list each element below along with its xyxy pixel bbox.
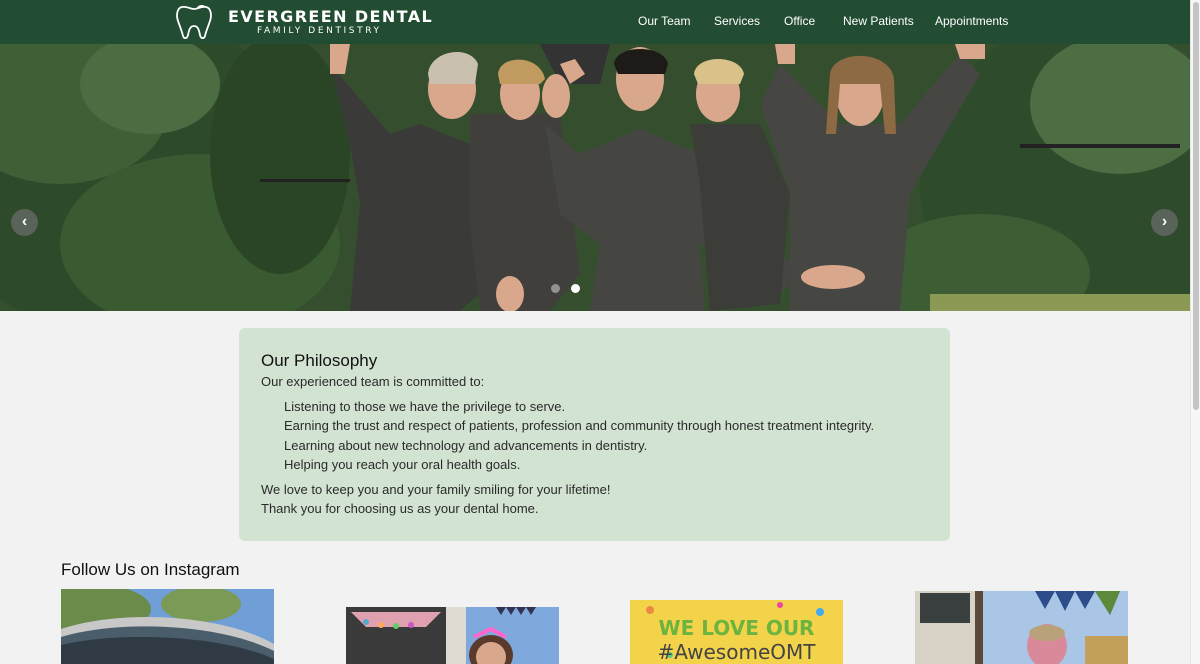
- carousel-prev-button[interactable]: ‹: [11, 209, 38, 236]
- nav-new-patients[interactable]: New Patients: [843, 14, 914, 28]
- philosophy-closing-2: Thank you for choosing us as your dental…: [261, 501, 539, 516]
- philosophy-point: Helping you reach your oral health goals…: [284, 457, 521, 472]
- philosophy-intro: Our experienced team is committed to:: [261, 374, 485, 389]
- nav-appointments[interactable]: Appointments: [935, 14, 1008, 28]
- philosophy-point: Learning about new technology and advanc…: [284, 438, 648, 453]
- main-nav: Our Team Services Office New Patients Ap…: [0, 14, 1190, 32]
- nav-services[interactable]: Services: [714, 14, 760, 28]
- philosophy-closing-1: We love to keep you and your family smil…: [261, 482, 611, 497]
- instagram-post-3[interactable]: WE LOVE OUR #AwesomeOMT: [630, 600, 843, 664]
- hero-team-photo: [0, 44, 1190, 311]
- hero-carousel: ‹ ›: [0, 44, 1190, 311]
- philosophy-point: Earning the trust and respect of patient…: [284, 418, 875, 433]
- instagram-post-4[interactable]: [915, 591, 1128, 664]
- instagram-section-title: Follow Us on Instagram: [61, 560, 240, 579]
- instagram-post-1[interactable]: [61, 589, 274, 664]
- philosophy-point: Listening to those we have the privilege…: [284, 399, 566, 414]
- nav-our-team[interactable]: Our Team: [638, 14, 690, 28]
- nav-office[interactable]: Office: [784, 14, 815, 28]
- scrollbar-thumb[interactable]: [1193, 2, 1199, 410]
- page-scrollbar[interactable]: [1190, 0, 1200, 664]
- instagram-image: [61, 589, 274, 664]
- chevron-right-icon: ›: [1161, 213, 1168, 230]
- philosophy-title: Our Philosophy: [261, 351, 378, 370]
- carousel-indicator-1[interactable]: [551, 284, 560, 293]
- site-header: EVERGREEN DENTAL FAMILY DENTISTRY Our Te…: [0, 0, 1190, 44]
- instagram-caption-line2: #AwesomeOMT: [657, 640, 816, 664]
- instagram-image: [915, 591, 1128, 664]
- instagram-caption-line1: WE LOVE OUR: [658, 616, 815, 640]
- instagram-image: [346, 607, 559, 664]
- philosophy-card: Our Philosophy Our experienced team is c…: [239, 328, 950, 541]
- carousel-next-button[interactable]: ›: [1151, 209, 1178, 236]
- carousel-indicator-2[interactable]: [571, 284, 580, 293]
- instagram-post-2[interactable]: [346, 607, 559, 664]
- chevron-left-icon: ‹: [21, 213, 28, 230]
